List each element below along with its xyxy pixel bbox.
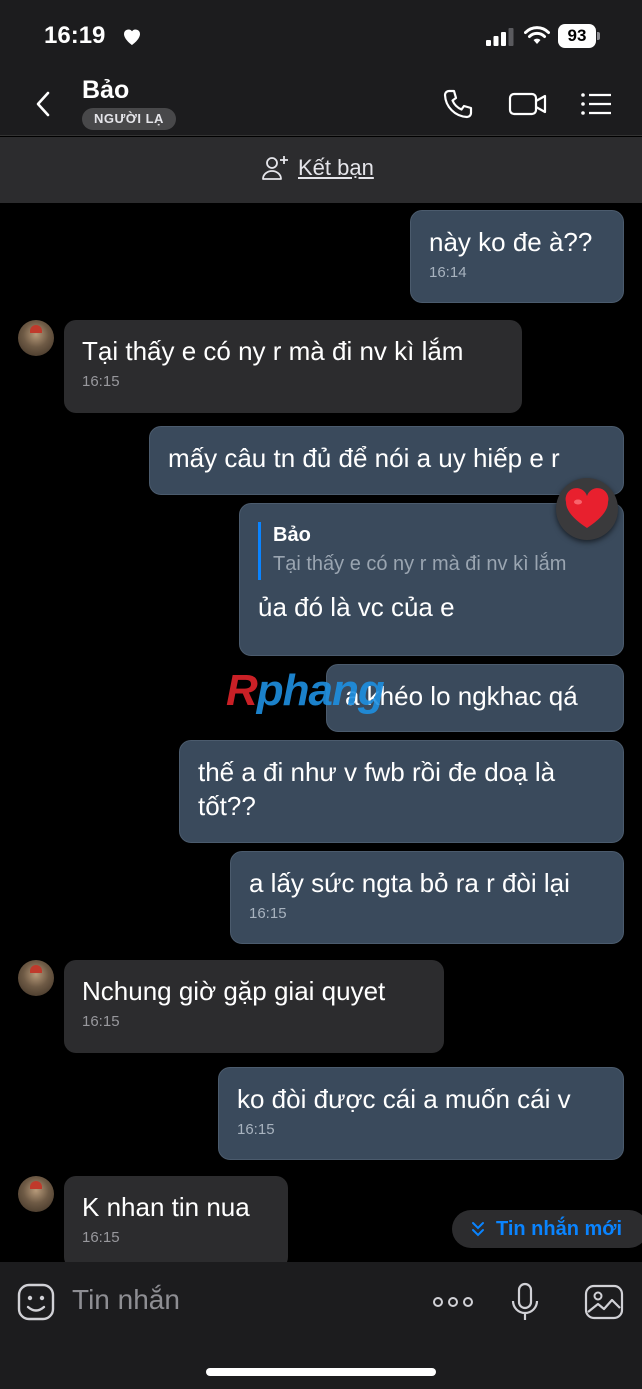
battery-indicator: 93	[558, 24, 600, 48]
stranger-badge: NGƯỜI LẠ	[82, 108, 176, 130]
message-time: 16:15	[249, 905, 287, 922]
message-text: ko đòi được cái a muốn cái v	[237, 1084, 571, 1114]
message-text: a lấy sức ngta bỏ ra r đòi lại	[249, 868, 570, 898]
message-bubble[interactable]: K nhan tin nua 16:15	[64, 1176, 288, 1269]
message-text: này ko đe à??	[429, 227, 593, 257]
battery-level: 93	[558, 24, 596, 48]
double-chevron-down-icon	[472, 1222, 484, 1237]
home-indicator	[206, 1368, 436, 1376]
back-icon[interactable]	[28, 88, 60, 120]
microphone-icon[interactable]	[505, 1282, 545, 1322]
status-time: 16:19	[44, 22, 106, 49]
heart-icon	[124, 29, 140, 45]
message-text: ủa đó là vc của e	[258, 592, 455, 622]
message-text: thế a đi như v fwb rồi đe doạ là tốt??	[198, 757, 556, 821]
new-messages-label: Tin nhắn mới	[496, 1217, 623, 1240]
more-icon[interactable]	[430, 1282, 476, 1322]
message-bubble[interactable]: Nchung giờ gặp giai quyet 16:15	[64, 960, 444, 1053]
message-time: 16:15	[82, 1229, 120, 1246]
message-time: 16:15	[237, 1121, 275, 1138]
new-messages-button[interactable]: Tin nhắn mới	[452, 1210, 642, 1248]
add-friend-bar: Kết bạn	[0, 137, 642, 203]
chat-header: Bảo NGƯỜI LẠ	[0, 72, 642, 136]
status-bar: 16:19 93	[0, 0, 642, 72]
wifi-icon	[524, 26, 550, 44]
heart-reaction-icon	[565, 488, 609, 528]
message-bubble[interactable]: ko đòi được cái a muốn cái v 16:15	[218, 1067, 624, 1160]
add-friend-label: Kết bạn	[298, 155, 374, 180]
message-text: mấy câu tn đủ để nói a uy hiếp e r	[168, 443, 560, 473]
sticker-icon[interactable]	[16, 1282, 56, 1322]
contact-name[interactable]: Bảo	[82, 76, 129, 105]
add-friend-button[interactable]: Kết bạn	[260, 153, 374, 183]
message-text: K nhan tin nua	[82, 1192, 250, 1222]
menu-icon[interactable]	[578, 86, 614, 122]
message-bubble[interactable]: thế a đi như v fwb rồi đe doạ là tốt??	[179, 740, 624, 843]
watermark-logo: Rphang	[226, 666, 385, 715]
message-bubble[interactable]: này ko đe à?? 16:14	[410, 210, 624, 303]
avatar[interactable]	[18, 1176, 54, 1212]
message-text: a khéo lo ngkhac qá	[345, 681, 578, 711]
phone-call-icon[interactable]	[440, 86, 476, 122]
quoted-message[interactable]: Bảo Tại thấy e có ny r mà đi nv kì lắm	[258, 522, 605, 580]
composer-bar: Tin nhắn	[0, 1262, 642, 1389]
avatar[interactable]	[18, 320, 54, 356]
signal-icon	[486, 28, 514, 46]
message-bubble[interactable]: a lấy sức ngta bỏ ra r đòi lại 16:15	[230, 851, 624, 944]
quote-text: Tại thấy e có ny r mà đi nv kì lắm	[273, 553, 567, 575]
image-icon[interactable]	[584, 1282, 624, 1322]
message-input[interactable]: Tin nhắn	[72, 1284, 180, 1316]
add-user-icon	[262, 156, 288, 180]
avatar[interactable]	[18, 960, 54, 996]
video-call-icon[interactable]	[508, 86, 548, 122]
message-time: 16:15	[82, 1013, 120, 1030]
message-time: 16:14	[429, 264, 467, 281]
message-text: Tại thấy e có ny r mà đi nv kì lắm	[82, 336, 464, 366]
message-bubble[interactable]: Tại thấy e có ny r mà đi nv kì lắm 16:15	[64, 320, 522, 413]
heart-reaction[interactable]	[556, 478, 618, 540]
message-bubble[interactable]: mấy câu tn đủ để nói a uy hiếp e r	[149, 426, 624, 495]
message-time: 16:15	[82, 373, 120, 390]
message-text: Nchung giờ gặp giai quyet	[82, 976, 386, 1006]
